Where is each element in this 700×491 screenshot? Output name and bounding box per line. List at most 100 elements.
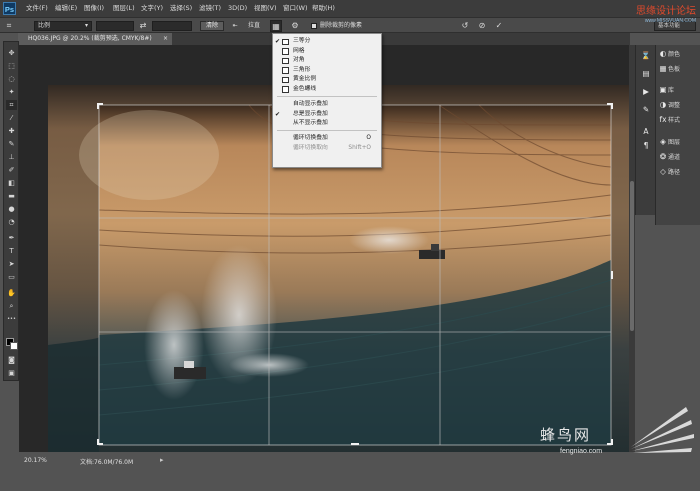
paths-icon: ◇ [660,167,666,176]
shape-tool-icon[interactable]: ▭ [6,272,17,282]
panel-dock-expanded: ◐ 颜色 ▦色板 ▣库 ◑ 调整 fx样式 ◈ 图层 ❂ 通道 ◇ 路径 [655,45,700,225]
swatches-icon: ▦ [659,64,667,73]
background-color-swatch[interactable] [10,342,18,350]
panel-paths[interactable]: ◇ 路径 [658,165,680,179]
document-tab[interactable]: HQ036.JPG @ 20.2% (裁剪预选, CMYK/8#) × [18,33,172,45]
check-icon: ✔ [275,38,281,45]
history-brush-tool-icon[interactable]: ✐ [6,165,17,175]
document-size: 文档:76.0M/76.0M [80,459,134,466]
commit-check-icon[interactable]: ✓ [493,20,505,32]
width-input[interactable] [96,21,134,31]
status-menu-arrow-icon[interactable]: ▸ [160,456,164,464]
menu-file[interactable]: 文件(F) [26,0,48,17]
menu-image[interactable]: 图像(I) [84,0,104,17]
scrollbar-thumb[interactable] [630,181,634,331]
triangle-icon [282,67,289,74]
menu-3d[interactable]: 3D(D) [228,0,247,17]
close-icon[interactable]: × [163,33,168,45]
crop-tool-icon[interactable]: ⌗ [3,20,15,32]
swap-icon[interactable]: ⇄ [137,20,149,32]
brush-tool-icon[interactable]: ✎ [6,139,17,149]
actions-panel-icon[interactable]: ▶ [641,85,651,99]
delete-pixels-checkbox[interactable] [311,23,317,29]
pen-tool-icon[interactable]: ✒ [6,233,17,243]
photoshop-logo: Ps [3,2,16,15]
options-bar: ⌗ 比例 ▾ ⇄ 清除 ⇤ 拉直 ▦ ⚙ 删除裁剪的像素 ↺ ⊘ ✓ 基本功能 [0,17,700,33]
crop-tool-icon[interactable]: ⌗ [6,100,17,110]
overlay-option-thirds[interactable]: ✔ 三等分 [273,37,381,47]
menu-help[interactable]: 帮助(H) [312,0,335,17]
zoom-tool-icon[interactable]: ⌕ [6,301,17,311]
thirds-icon [282,38,289,45]
panel-swatches[interactable]: ▦色板 [658,62,680,76]
cancel-icon[interactable]: ⊘ [476,20,488,32]
menu-layer[interactable]: 图层(L) [113,0,135,17]
panel-styles[interactable]: fx样式 [658,113,680,127]
quick-mask-icon[interactable]: ◙ [6,355,17,365]
zoom-level[interactable]: 20.17% [24,457,47,464]
cycle-overlay[interactable]: 循环切换叠加 O [273,134,381,144]
eraser-tool-icon[interactable]: ◧ [6,178,17,188]
panel-color[interactable]: ◐ 颜色 [658,47,680,61]
gear-icon[interactable]: ⚙ [289,20,301,32]
menu-select[interactable]: 选择(S) [170,0,192,17]
straighten-icon[interactable]: ⇤ [229,20,241,32]
overlay-option-grid[interactable]: 网格 [273,47,381,57]
menu-type[interactable]: 文字(Y) [141,0,163,17]
eyedropper-tool-icon[interactable]: ⁄ [6,113,17,123]
overlay-option-golden-spiral[interactable]: 金色螺线 [273,85,381,95]
overlay-grid-icon[interactable]: ▦ [270,20,282,32]
panel-dock-collapsed: ⌛ ▤ ▶ ✎ A ¶ [635,45,655,215]
magic-wand-tool-icon[interactable]: ✦ [6,87,17,97]
height-input[interactable] [152,21,192,31]
watermark-site-name: 思缘设计论坛 [636,6,696,17]
overlay-never-show[interactable]: 从不显示叠加 [273,119,381,129]
stamp-tool-icon[interactable]: ⊥ [6,152,17,162]
overlay-auto-show[interactable]: 自动显示叠加 [273,100,381,110]
ratio-select[interactable]: 比例 ▾ [34,21,92,31]
reset-icon[interactable]: ↺ [459,20,471,32]
cycle-orientation: 循环切换取向 Shift+O [273,144,381,154]
adjustments-icon: ◑ [659,100,667,109]
menu-view[interactable]: 视图(V) [254,0,277,17]
brush-panel-icon[interactable]: ✎ [641,103,651,117]
marquee-tool-icon[interactable]: ⬚ [6,61,17,71]
chevron-down-icon: ▾ [84,22,88,29]
panel-adjustments[interactable]: ◑ 调整 [658,98,680,112]
type-tool-icon[interactable]: T [6,246,17,256]
golden-ratio-icon [282,76,289,83]
overlay-option-golden-ratio[interactable]: 黄金比例 [273,75,381,85]
menu-separator [277,96,377,97]
edit-toolbar-icon[interactable]: ••• [6,314,17,324]
lasso-tool-icon[interactable]: ◌ [6,74,17,84]
hand-tool-icon[interactable]: ✋ [6,288,17,298]
properties-panel-icon[interactable]: ▤ [641,67,651,81]
menu-edit[interactable]: 编辑(E) [55,0,77,17]
character-panel-icon[interactable]: A [641,125,651,139]
move-tool-icon[interactable]: ✥ [6,48,17,58]
dodge-tool-icon[interactable]: ◔ [6,217,17,227]
straighten-label[interactable]: 拉直 [248,21,260,31]
golden-spiral-icon [282,86,289,93]
overlay-option-diagonal[interactable]: 对角 [273,56,381,66]
channels-icon: ❂ [659,152,667,161]
menu-filter[interactable]: 滤镜(T) [199,0,221,17]
healing-brush-tool-icon[interactable]: ✚ [6,126,17,136]
panel-libraries[interactable]: ▣库 [658,83,674,97]
clear-button[interactable]: 清除 [200,21,224,31]
grid-icon [282,48,289,55]
menu-window[interactable]: 窗口(W) [283,0,308,17]
color-wheel-icon: ◐ [659,49,667,58]
screen-mode-icon[interactable]: ▣ [6,368,17,378]
gradient-tool-icon[interactable]: ▬ [6,191,17,201]
layers-icon: ◈ [660,137,666,146]
paragraph-panel-icon[interactable]: ¶ [641,139,651,153]
panel-layers[interactable]: ◈ 图层 [658,135,680,149]
blur-tool-icon[interactable]: ● [6,204,17,214]
overlay-option-triangle[interactable]: 三角形 [273,66,381,76]
history-panel-icon[interactable]: ⌛ [641,49,651,63]
overlay-always-show[interactable]: ✔ 总是显示叠加 [273,110,381,120]
panel-channels[interactable]: ❂ 通道 [658,150,680,164]
styles-icon: fx [659,115,667,124]
path-select-tool-icon[interactable]: ➤ [6,259,17,269]
